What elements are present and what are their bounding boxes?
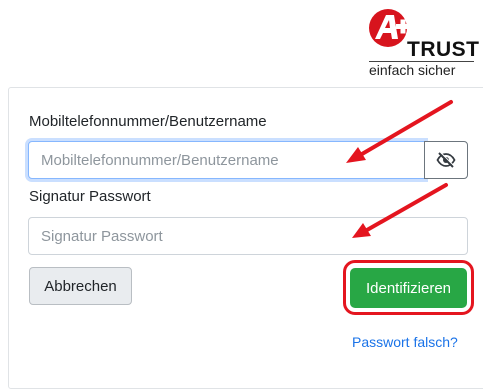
cancel-button[interactable]: Abbrechen [29, 267, 132, 305]
logo-tagline: einfach sicher [369, 62, 456, 78]
password-input[interactable] [28, 217, 468, 255]
eye-slash-icon [436, 152, 456, 168]
toggle-password-visibility-button[interactable] [424, 141, 468, 179]
password-label: Signatur Passwort [29, 188, 151, 205]
forgot-password-link[interactable]: Passwort falsch? [352, 335, 458, 349]
logo-brand-text: TRUST [407, 38, 480, 61]
a-trust-logo: TRUST einfach sicher [366, 6, 480, 80]
username-label: Mobiltelefonnummer/Benutzername [29, 113, 267, 130]
username-input[interactable] [28, 141, 425, 179]
identify-button[interactable]: Identifizieren [350, 268, 467, 308]
